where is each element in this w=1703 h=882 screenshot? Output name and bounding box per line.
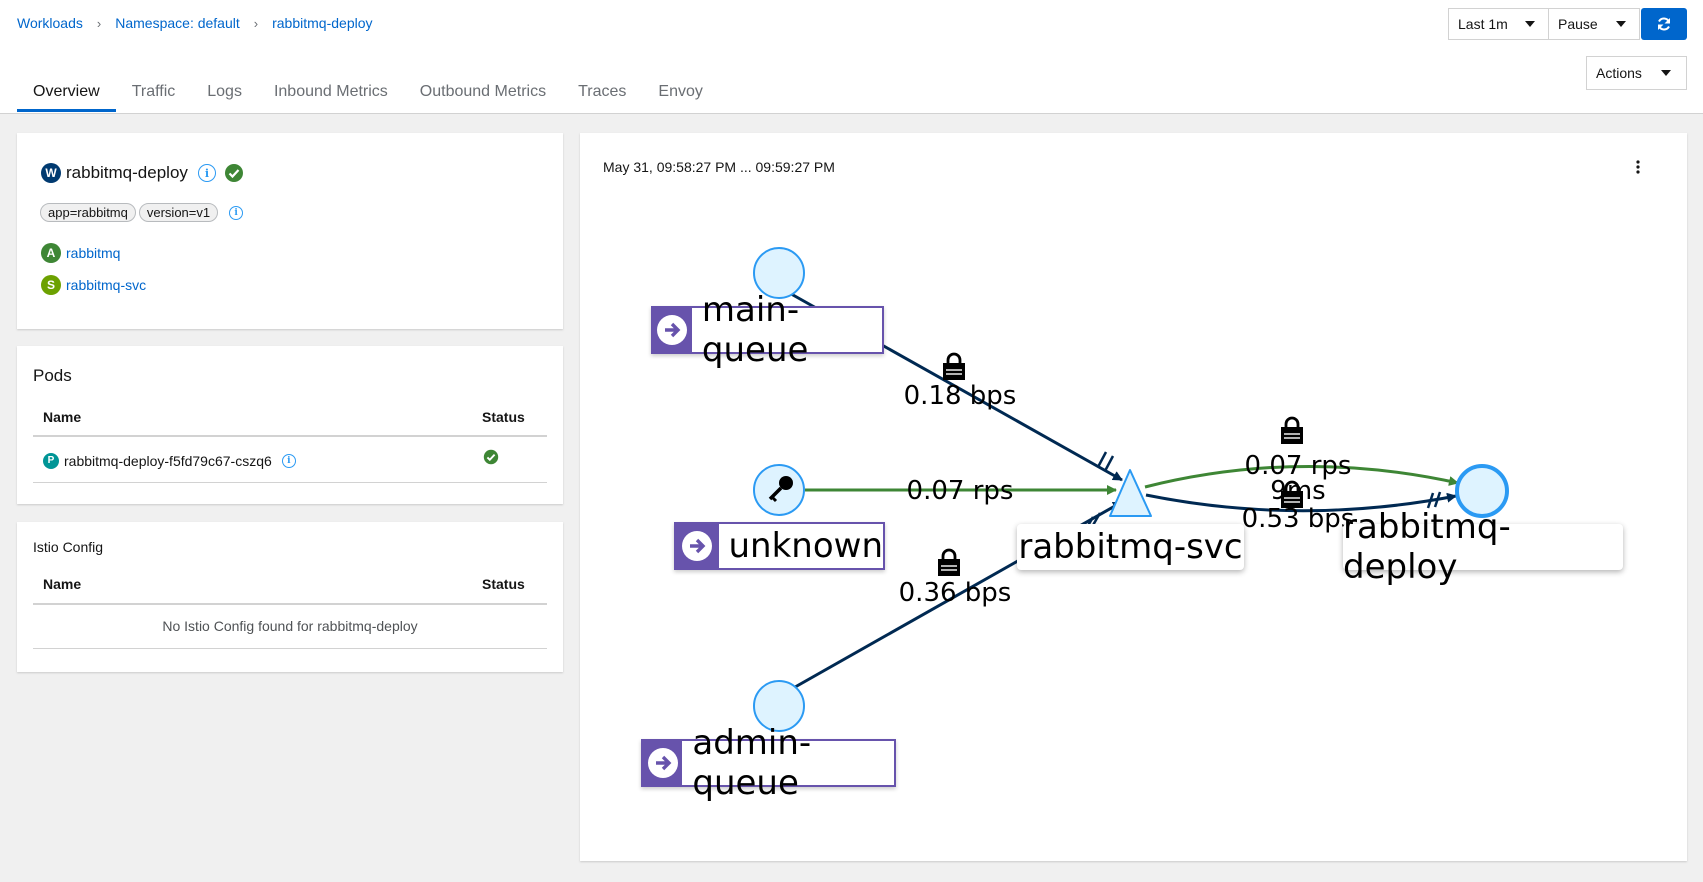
service-badge: S <box>41 275 61 295</box>
breadcrumb-workload[interactable]: rabbitmq-deploy <box>272 15 372 31</box>
lock-icon <box>941 352 967 382</box>
arrow-circle-right-icon <box>653 308 692 352</box>
table-row: P rabbitmq-deploy-f5fd79c67-cszq6 i <box>33 436 547 482</box>
arrow-circle-right-icon <box>643 741 683 785</box>
caret-down-icon <box>1661 70 1671 76</box>
breadcrumb-workloads[interactable]: Workloads <box>17 15 83 31</box>
caret-down-icon <box>1616 21 1626 27</box>
caret-down-icon <box>1525 21 1535 27</box>
tab-bar: Overview Traffic Logs Inbound Metrics Ou… <box>17 72 719 112</box>
label-version: version=v1 <box>138 203 219 222</box>
refresh-button[interactable] <box>1641 8 1687 40</box>
istio-empty-message: No Istio Config found for rabbitmq-deplo… <box>162 618 418 635</box>
arrow-circle-right-icon <box>676 524 719 568</box>
lock-icon <box>1279 416 1305 446</box>
workload-labels: app=rabbitmq version=v1 i <box>40 203 244 222</box>
tab-envoy[interactable]: Envoy <box>642 72 718 112</box>
pods-col-name: Name <box>43 408 82 425</box>
time-range-select[interactable]: Last 1m <box>1448 8 1549 40</box>
pods-title: Pods <box>33 366 72 385</box>
node-label-rabbitmq-svc[interactable]: rabbitmq-svc <box>1017 524 1244 570</box>
info-icon[interactable]: i <box>229 205 244 220</box>
time-range-value: Last 1m <box>1458 16 1508 32</box>
refresh-interval-value: Pause <box>1558 16 1598 32</box>
edge-tick <box>1103 455 1115 472</box>
tab-outbound-metrics[interactable]: Outbound Metrics <box>404 72 562 112</box>
top-bar: Workloads › Namespace: default › rabbitm… <box>0 0 1703 114</box>
edge-label-unknown: 0.07 rps <box>907 476 1014 506</box>
tab-overview[interactable]: Overview <box>17 72 116 112</box>
istio-col-name: Name <box>43 575 82 592</box>
refresh-interval-select[interactable]: Pause <box>1548 8 1640 40</box>
info-icon[interactable]: i <box>281 453 296 468</box>
node-label-text: main-queue <box>701 290 809 370</box>
breadcrumb: Workloads › Namespace: default › rabbitm… <box>17 15 373 31</box>
pods-table: Name Status P rabbitmq-deploy-f5fd79c67-… <box>33 398 547 483</box>
tab-logs[interactable]: Logs <box>191 72 258 112</box>
info-icon[interactable]: i <box>197 164 216 182</box>
edge-label-main-queue: 0.18 bps <box>904 381 1017 411</box>
label-app: app=rabbitmq <box>40 203 136 222</box>
app-link[interactable]: rabbitmq <box>66 245 120 261</box>
node-label-text: rabbitmq-svc <box>1018 527 1243 567</box>
istio-col-status: Status <box>482 575 525 592</box>
node-label-main-queue[interactable]: main-queue <box>651 290 884 370</box>
graph-card: May 31, 09:58:27 PM ... 09:59:27 PM 0.18… <box>580 133 1687 861</box>
pod-name: rabbitmq-deploy-f5fd79c67-cszq6 <box>64 452 272 469</box>
istio-config-title: Istio Config <box>33 539 104 555</box>
edge-tick <box>1096 451 1108 468</box>
node-label-text: admin-queue <box>692 723 812 803</box>
node-label-text: unknown <box>728 526 884 566</box>
actions-label: Actions <box>1596 65 1642 81</box>
node-label-rabbitmq-deploy[interactable]: rabbitmq-deploy <box>1343 507 1623 587</box>
edge-label-admin-queue: 0.36 bps <box>899 578 1012 608</box>
breadcrumb-namespace[interactable]: Namespace: default <box>115 15 240 31</box>
pods-card: Pods Name Status P rabbitmq-deploy-f5fd7… <box>17 346 563 504</box>
workload-badge: W <box>41 163 61 183</box>
check-circle-icon <box>483 449 499 464</box>
tab-traffic[interactable]: Traffic <box>116 72 192 112</box>
pods-col-status: Status <box>482 408 525 425</box>
workload-name: rabbitmq-deploy <box>66 163 188 182</box>
chevron-right-icon: › <box>253 15 259 31</box>
node-label-unknown[interactable]: unknown <box>674 522 885 570</box>
tab-traces[interactable]: Traces <box>562 72 642 112</box>
node-label-text: rabbitmq-deploy <box>1343 507 1511 587</box>
workload-title: W rabbitmq-deploy i <box>41 163 244 183</box>
app-badge: A <box>41 243 61 263</box>
istio-config-card: Istio Config Name Status No Istio Config… <box>17 522 563 672</box>
pod-badge: P <box>43 452 59 469</box>
service-link[interactable]: rabbitmq-svc <box>66 277 146 293</box>
app-link-row: A rabbitmq <box>41 243 120 263</box>
chevron-right-icon: › <box>96 15 102 31</box>
tab-inbound-metrics[interactable]: Inbound Metrics <box>258 72 404 112</box>
actions-dropdown[interactable]: Actions <box>1586 56 1687 90</box>
istio-config-table: Name Status No Istio Config found for ra… <box>33 564 547 649</box>
workload-info-card: W rabbitmq-deploy i app=rabbitmq version… <box>17 133 563 329</box>
edge-label-tcp-bps: 0.53 bps <box>1242 504 1355 534</box>
lock-icon <box>936 548 962 578</box>
service-link-row: S rabbitmq-svc <box>41 275 146 295</box>
check-circle-icon <box>224 164 243 182</box>
node-label-admin-queue[interactable]: admin-queue <box>641 723 896 803</box>
sync-icon <box>1658 17 1670 31</box>
